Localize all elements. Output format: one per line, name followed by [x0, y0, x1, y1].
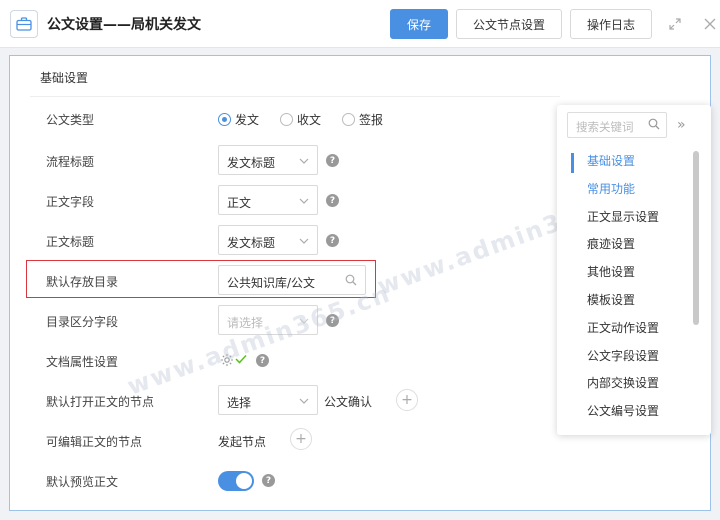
collapse-icon[interactable]: » [677, 117, 686, 133]
chevron-down-icon [299, 155, 309, 169]
scrollbar[interactable] [693, 151, 699, 325]
close-icon[interactable] [702, 16, 718, 32]
briefcase-icon [10, 10, 38, 38]
divider [30, 96, 560, 97]
row-open-body-node: 默认打开正文的节点 选择 公文确认 + [10, 382, 570, 418]
nav-item[interactable]: 正文显示设置 [587, 207, 659, 235]
page-title: 公文设置——局机关发文 [47, 17, 201, 33]
help-icon[interactable]: ? [256, 354, 269, 367]
radio-dot [342, 113, 355, 126]
chevron-down-icon [299, 195, 309, 209]
nav-item[interactable]: 正文动作设置 [587, 318, 659, 346]
flow-title-label: 流程标题 [46, 155, 95, 169]
gear-icon[interactable] [220, 353, 234, 370]
chevron-down-icon [299, 395, 309, 409]
doc-type-label: 公文类型 [46, 113, 95, 127]
nav-item[interactable]: 公文字段设置 [587, 346, 659, 374]
nav-item[interactable]: 基础设置 [587, 151, 659, 179]
row-body-title: 正文标题 发文标题 ? [10, 222, 570, 258]
attr-settings-label: 文档属性设置 [46, 355, 119, 369]
default-dir-label: 默认存放目录 [46, 275, 119, 289]
help-icon[interactable]: ? [326, 194, 339, 207]
node-tag: 公文确认 [324, 395, 373, 409]
search-placeholder: 搜索关键词 [576, 120, 634, 134]
header: 公文设置——局机关发文 保存 公文节点设置 操作日志 [0, 0, 720, 48]
select-value: 正文 [227, 196, 252, 210]
chevron-down-icon [299, 235, 309, 249]
add-node-button[interactable]: + [290, 428, 312, 450]
row-attr-settings: 文档属性设置 ? [10, 342, 570, 378]
nav-item[interactable]: 公文编号设置 [587, 401, 659, 429]
nav-item[interactable]: 模板设置 [587, 290, 659, 318]
section-title: 基础设置 [40, 71, 89, 85]
nav-item[interactable]: 其他设置 [587, 262, 659, 290]
preview-toggle[interactable] [218, 471, 254, 491]
row-doc-type: 公文类型 发文 收文 签报 [10, 100, 570, 136]
row-flow-title: 流程标题 发文标题 ? [10, 142, 570, 178]
operation-log-button[interactable]: 操作日志 [570, 9, 652, 39]
node-tag: 发起节点 [218, 435, 267, 449]
radio-label: 收文 [297, 113, 322, 127]
radio-label: 发文 [235, 113, 260, 127]
flow-title-select[interactable]: 发文标题 [218, 145, 318, 175]
radio-label: 签报 [359, 113, 384, 127]
chevron-down-icon [299, 315, 309, 329]
default-dir-input[interactable]: 公共知识库/公文 [218, 265, 366, 295]
row-editable-node: 可编辑正文的节点 发起节点 + [10, 422, 570, 458]
search-icon[interactable] [345, 274, 357, 289]
add-node-button[interactable]: + [396, 389, 418, 411]
body-title-label: 正文标题 [46, 235, 95, 249]
select-placeholder: 请选择 [227, 316, 264, 330]
help-icon[interactable]: ? [326, 234, 339, 247]
radio-fawen[interactable]: 发文 [218, 111, 259, 128]
row-default-dir: 默认存放目录 公共知识库/公文 [10, 262, 570, 298]
nav-item[interactable]: 痕迹设置 [587, 234, 659, 262]
row-body-field: 正文字段 正文 ? [10, 182, 570, 218]
body-field-select[interactable]: 正文 [218, 185, 318, 215]
row-dir-field: 目录区分字段 请选择 ? [10, 302, 570, 338]
save-button[interactable]: 保存 [390, 9, 448, 39]
select-value: 发文标题 [227, 236, 276, 250]
nav-item[interactable]: 内部交换设置 [587, 373, 659, 401]
check-icon [235, 353, 247, 368]
expand-icon[interactable] [667, 16, 683, 32]
help-icon[interactable]: ? [326, 154, 339, 167]
help-icon[interactable]: ? [326, 314, 339, 327]
row-preview: 默认预览正文 ? [10, 462, 570, 498]
active-indicator [571, 153, 574, 173]
toggle-knob [236, 473, 252, 489]
dir-field-label: 目录区分字段 [46, 315, 119, 329]
body-title-select[interactable]: 发文标题 [218, 225, 318, 255]
preview-label: 默认预览正文 [46, 475, 119, 489]
node-settings-button[interactable]: 公文节点设置 [456, 9, 562, 39]
editable-node-label: 可编辑正文的节点 [46, 435, 143, 449]
radio-dot [218, 113, 231, 126]
open-body-node-label: 默认打开正文的节点 [46, 395, 155, 409]
select-value: 选择 [227, 396, 252, 410]
dir-field-select[interactable]: 请选择 [218, 305, 318, 335]
body-field-label: 正文字段 [46, 195, 95, 209]
radio-qianbao[interactable]: 签报 [342, 111, 383, 128]
radio-dot [280, 113, 293, 126]
help-icon[interactable]: ? [262, 474, 275, 487]
input-value: 公共知识库/公文 [227, 276, 316, 290]
select-value: 发文标题 [227, 156, 276, 170]
nav-list: 基础设置 常用功能 正文显示设置 痕迹设置 其他设置 模板设置 正文动作设置 公… [587, 151, 659, 429]
search-icon[interactable] [648, 118, 660, 133]
radio-shouwen[interactable]: 收文 [280, 111, 321, 128]
section-nav: 搜索关键词 » 基础设置 常用功能 正文显示设置 痕迹设置 其他设置 模板设置 … [557, 105, 711, 435]
nav-item[interactable]: 常用功能 [587, 179, 659, 207]
nav-search-input[interactable]: 搜索关键词 [567, 112, 667, 138]
open-body-node-select[interactable]: 选择 [218, 385, 318, 415]
